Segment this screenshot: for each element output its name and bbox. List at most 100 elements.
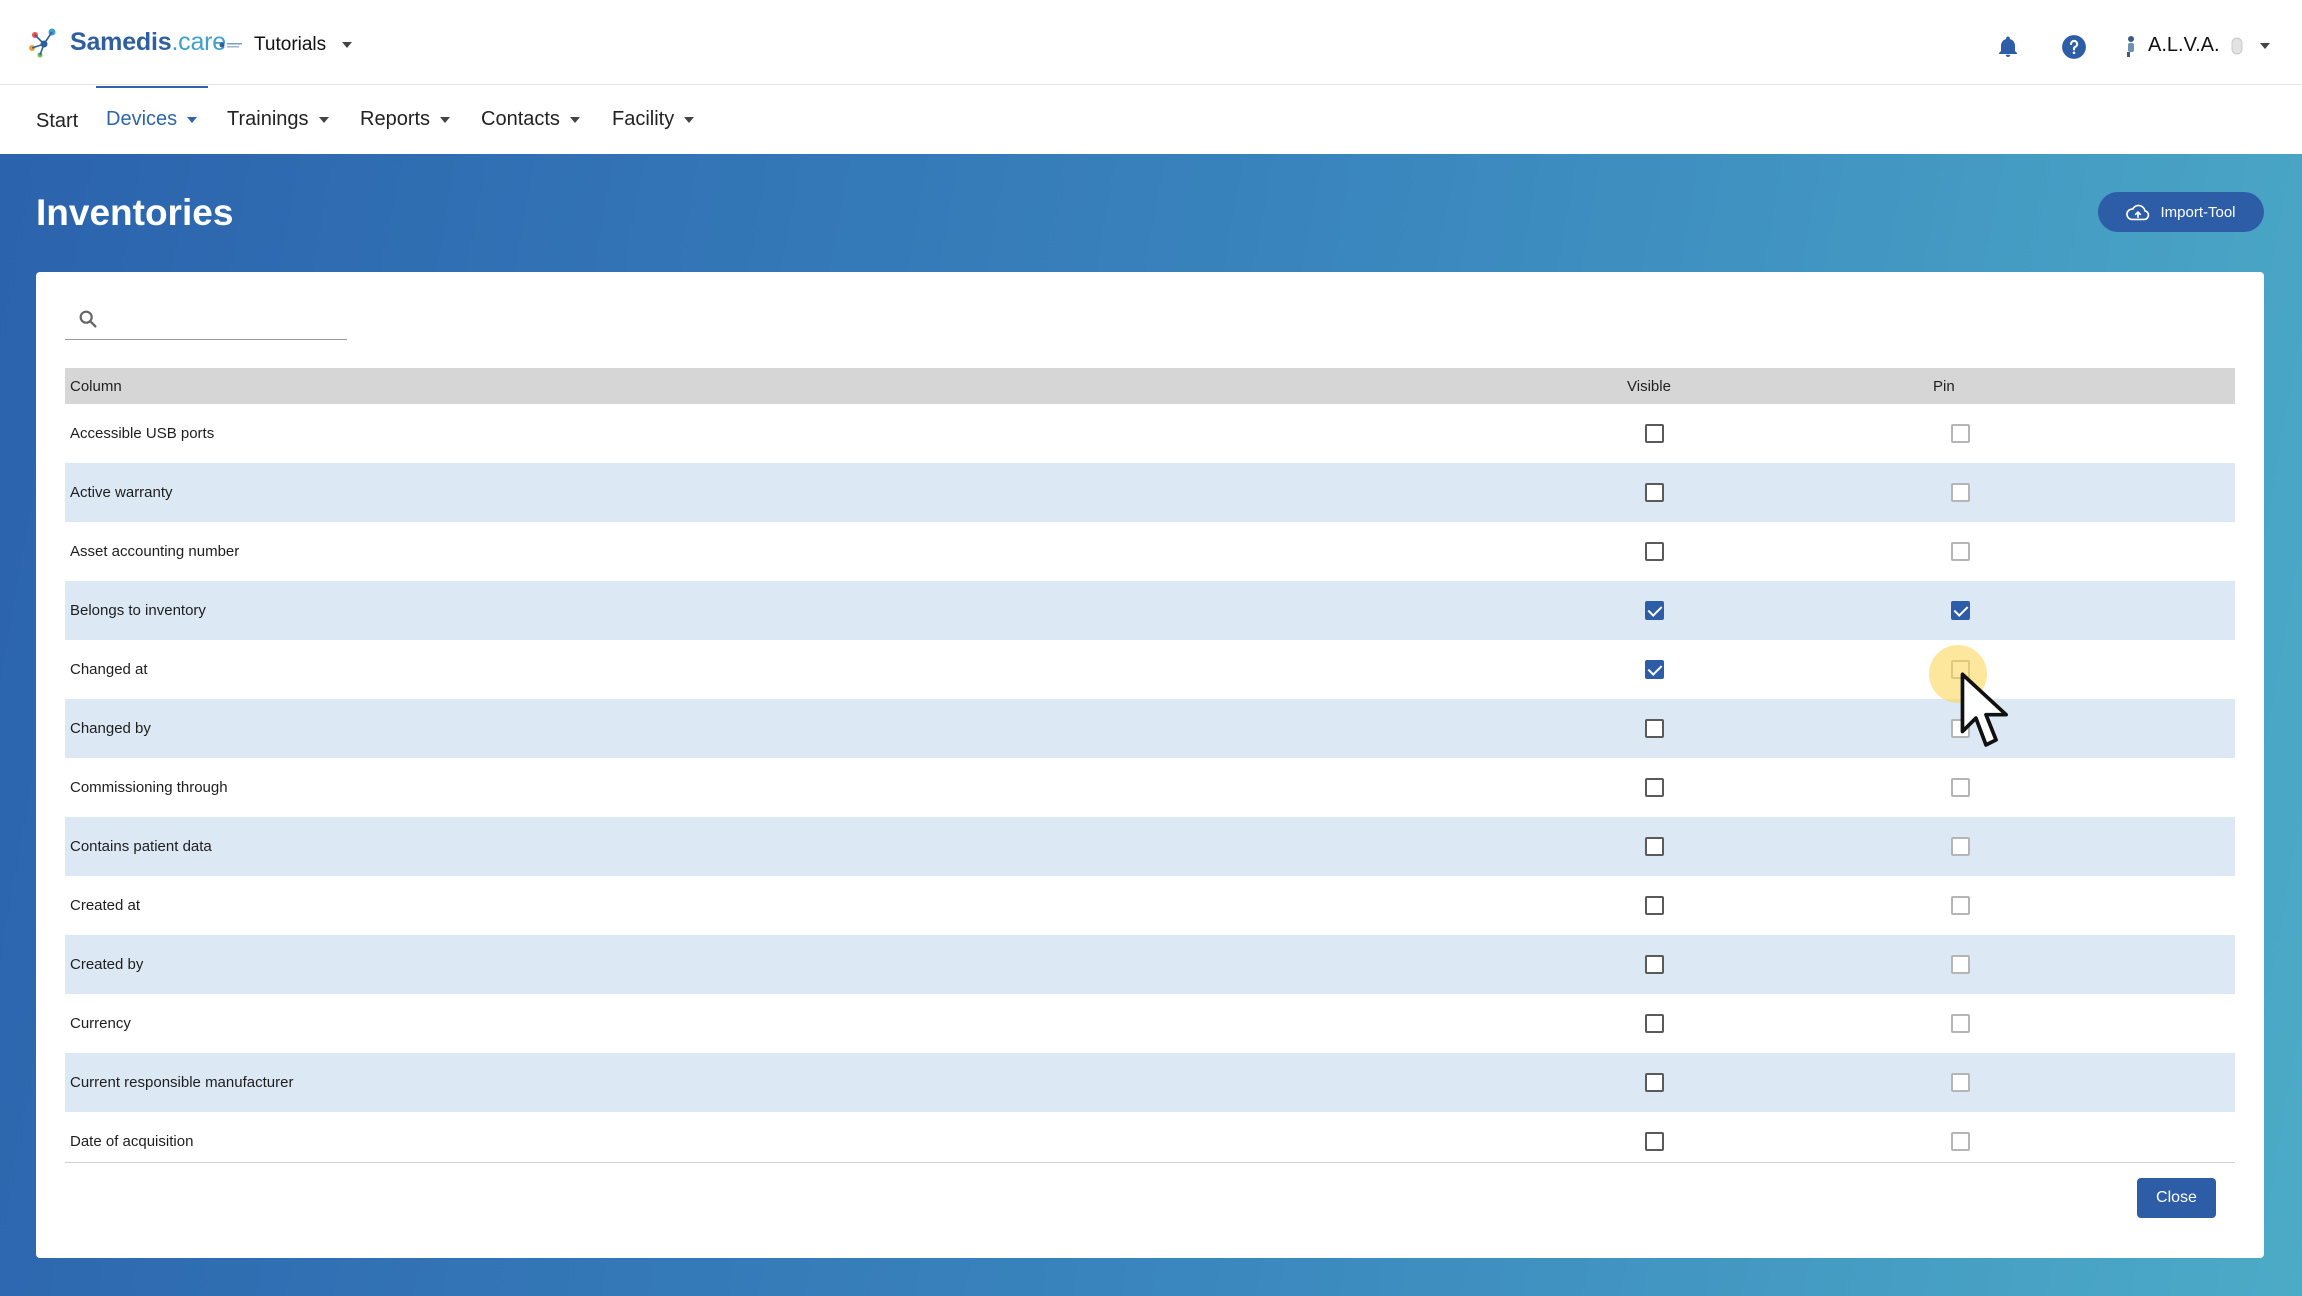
nav-label: Devices [106, 108, 178, 130]
brand-logo[interactable]: Samedis.care [26, 26, 226, 58]
nav-label: Start [36, 110, 79, 132]
visible-checkbox[interactable] [1645, 483, 1664, 502]
nav-devices[interactable]: Devices [106, 108, 198, 131]
table-row: Asset accounting number [65, 522, 2235, 581]
tenant-logo-icon [219, 42, 242, 48]
column-name: Active warranty [70, 484, 173, 501]
visible-checkbox[interactable] [1645, 837, 1664, 856]
nav-label: Contacts [481, 108, 560, 130]
table-row: Current responsible manufacturer [65, 1053, 2235, 1112]
column-name: Current responsible manufacturer [70, 1074, 294, 1091]
chevron-down-icon [684, 116, 695, 123]
visible-checkbox[interactable] [1645, 896, 1664, 915]
table-row: Belongs to inventory [65, 581, 2235, 640]
content-area: Inventories Import-Tool Column Visible P… [0, 154, 2302, 1296]
visible-checkbox[interactable] [1645, 1073, 1664, 1092]
table-body: Accessible USB ports Active warranty Asset… [65, 404, 2235, 1162]
pin-checkbox[interactable] [1951, 1132, 1970, 1151]
column-name: Contains patient data [70, 838, 212, 855]
visible-checkbox[interactable] [1645, 719, 1664, 738]
visible-checkbox[interactable] [1645, 778, 1664, 797]
table-header: Column Visible Pin [65, 368, 2235, 404]
cloud-upload-icon [2126, 204, 2150, 220]
import-tool-button[interactable]: Import-Tool [2098, 192, 2264, 232]
active-tab-indicator [96, 86, 208, 88]
brand-name: Samedis.care [70, 27, 227, 56]
visible-checkbox[interactable] [1645, 955, 1664, 974]
column-name: Created by [70, 956, 144, 973]
visible-checkbox[interactable] [1645, 424, 1664, 443]
visible-checkbox[interactable] [1645, 1132, 1664, 1151]
column-name: Currency [70, 1015, 131, 1032]
nav-trainings[interactable]: Trainings [227, 108, 329, 131]
nav-contacts[interactable]: Contacts [481, 108, 580, 131]
nav-label: Facility [612, 108, 675, 130]
tenant-selector[interactable]: Tutorials [218, 34, 353, 56]
pin-checkbox[interactable] [1951, 1073, 1970, 1092]
nav-label: Reports [360, 108, 431, 130]
mouse-cursor-icon [1960, 672, 2009, 747]
visible-checkbox[interactable] [1645, 660, 1664, 679]
column-header-pin: Pin [1933, 378, 1955, 395]
visible-checkbox[interactable] [1645, 601, 1664, 620]
visible-checkbox[interactable] [1645, 542, 1664, 561]
logo-icon [29, 28, 56, 58]
table-row: Commissioning through [65, 758, 2235, 817]
column-name: Changed by [70, 720, 151, 737]
column-header-column: Column [70, 378, 122, 395]
column-settings-dialog: Column Visible Pin Accessible USB ports A… [36, 272, 2264, 1258]
pin-checkbox[interactable] [1951, 424, 1970, 443]
table-row: Created at [65, 876, 2235, 935]
column-name: Commissioning through [70, 779, 228, 796]
user-name: A.L.V.A. [2148, 34, 2220, 56]
table-row: Accessible USB ports [65, 404, 2235, 463]
nav-start[interactable]: Start [36, 110, 78, 133]
tenant-name: Tutorials [254, 34, 327, 55]
table-divider [65, 1162, 2235, 1163]
pin-checkbox[interactable] [1951, 601, 1970, 620]
column-name: Date of acquisition [70, 1133, 194, 1150]
table-row: Changed by [65, 699, 2235, 758]
columns-table: Column Visible Pin Accessible USB ports A… [65, 368, 2235, 1162]
import-tool-label: Import-Tool [2160, 203, 2236, 221]
nav-reports[interactable]: Reports [360, 108, 451, 131]
column-name: Asset accounting number [70, 543, 240, 560]
page-title: Inventories [36, 192, 234, 233]
table-row: Active warranty [65, 463, 2235, 522]
visible-checkbox[interactable] [1645, 1014, 1664, 1033]
pin-checkbox[interactable] [1951, 542, 1970, 561]
search-icon [79, 310, 97, 328]
close-button[interactable]: Close [2137, 1178, 2216, 1218]
main-nav: Start Devices Trainings Reports Contacts… [0, 86, 2302, 154]
chevron-down-icon [2259, 42, 2270, 49]
bell-icon[interactable] [1996, 34, 2020, 60]
pin-checkbox[interactable] [1951, 896, 1970, 915]
column-header-visible: Visible [1627, 378, 1671, 395]
table-row: Changed at [65, 640, 2235, 699]
user-avatar-icon [2127, 35, 2134, 57]
chevron-down-icon [440, 116, 451, 123]
table-row: Date of acquisition [65, 1112, 2235, 1162]
pin-checkbox[interactable] [1951, 483, 1970, 502]
search-field [65, 300, 347, 340]
pin-checkbox[interactable] [1951, 955, 1970, 974]
chevron-down-icon [569, 116, 580, 123]
nav-label: Trainings [227, 108, 309, 130]
chevron-down-icon [318, 116, 329, 123]
pin-checkbox[interactable] [1951, 1014, 1970, 1033]
nav-facility[interactable]: Facility [612, 108, 695, 131]
chevron-down-icon [342, 42, 353, 48]
search-input[interactable] [113, 306, 337, 334]
top-bar: Samedis.care Tutorials A.L.V.A. [0, 0, 2302, 85]
column-name: Accessible USB ports [70, 425, 215, 442]
column-name: Created at [70, 897, 141, 914]
user-menu[interactable]: A.L.V.A. [2124, 34, 2270, 57]
column-name: Changed at [70, 661, 148, 678]
help-icon[interactable] [2061, 34, 2087, 60]
column-name: Belongs to inventory [70, 602, 206, 619]
table-row: Contains patient data [65, 817, 2235, 876]
pin-checkbox[interactable] [1951, 837, 1970, 856]
table-row: Currency [65, 994, 2235, 1053]
pin-checkbox[interactable] [1951, 778, 1970, 797]
chevron-down-icon [187, 116, 198, 123]
